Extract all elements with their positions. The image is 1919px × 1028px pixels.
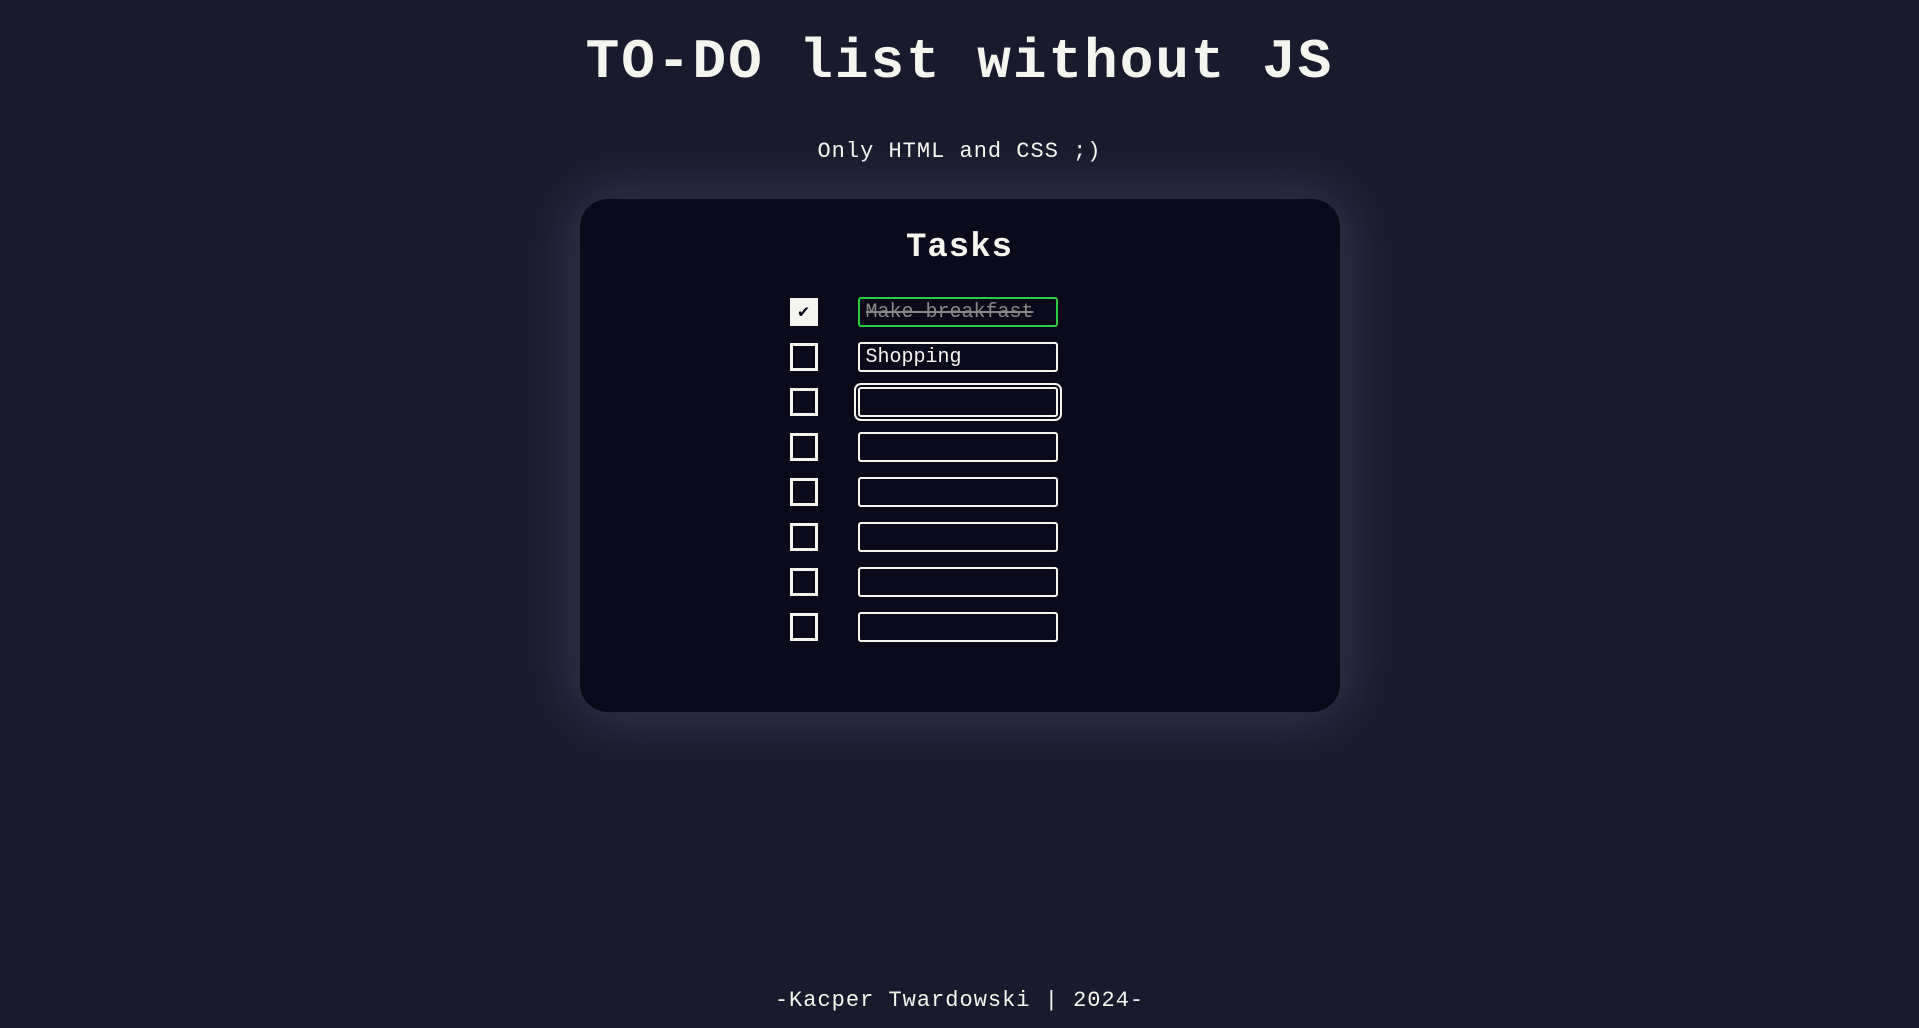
task-checkbox[interactable] [790,523,818,551]
task-input[interactable] [858,567,1058,597]
task-list [640,297,1280,642]
footer-text: -Kacper Twardowski | 2024- [775,988,1144,1013]
subtitle: Only HTML and CSS ;) [817,139,1101,164]
task-checkbox[interactable] [790,298,818,326]
task-input[interactable] [858,522,1058,552]
task-row [640,297,1280,327]
page-title: TO-DO list without JS [586,30,1334,94]
task-input[interactable] [858,387,1058,417]
task-row [640,477,1280,507]
tasks-card: Tasks [580,199,1340,712]
task-checkbox[interactable] [790,388,818,416]
task-checkbox[interactable] [790,613,818,641]
tasks-heading: Tasks [640,229,1280,267]
task-row [640,567,1280,597]
task-input[interactable] [858,297,1058,327]
task-checkbox[interactable] [790,433,818,461]
task-input[interactable] [858,477,1058,507]
task-checkbox[interactable] [790,568,818,596]
task-checkbox[interactable] [790,478,818,506]
task-input[interactable] [858,612,1058,642]
task-row [640,342,1280,372]
task-checkbox[interactable] [790,343,818,371]
task-row [640,432,1280,462]
task-input[interactable] [858,432,1058,462]
task-input[interactable] [858,342,1058,372]
task-row [640,387,1280,417]
task-row [640,612,1280,642]
task-row [640,522,1280,552]
